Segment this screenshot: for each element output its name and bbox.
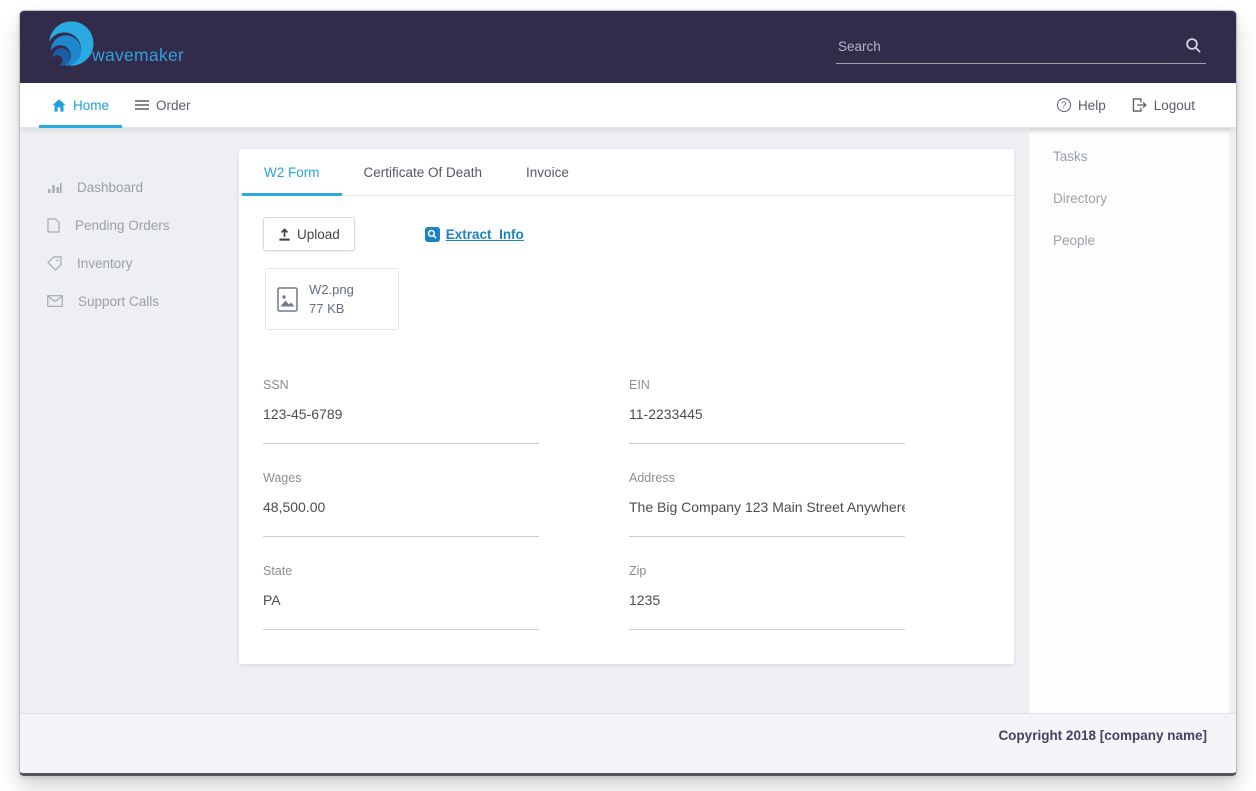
tab-label: W2 Form: [264, 165, 320, 180]
tab-w2-form[interactable]: W2 Form: [242, 149, 342, 195]
field-address: Address The Big Company 123 Main Street …: [629, 471, 905, 537]
address-input[interactable]: The Big Company 123 Main Street Anywhere…: [629, 499, 905, 537]
home-icon: [52, 99, 66, 112]
brand-text: wavemaker: [92, 45, 184, 66]
field-wages: Wages 48,500.00: [263, 471, 539, 537]
app-header: wavemaker: [20, 11, 1236, 83]
nav-item-help[interactable]: ? Help: [1044, 83, 1119, 127]
tab-bar: W2 Form Certificate Of Death Invoice: [239, 149, 1014, 196]
app-footer: Copyright 2018 [company name]: [20, 713, 1236, 773]
sidebar-label: Support Calls: [78, 294, 159, 309]
nav-right: ? Help Logout: [1044, 83, 1236, 127]
field-label: SSN: [263, 378, 539, 392]
right-panel-label: People: [1053, 233, 1095, 248]
copyright-text: Copyright 2018 [company name]: [998, 728, 1207, 743]
ein-input[interactable]: 11-2233445: [629, 406, 905, 444]
sidebar-item-inventory[interactable]: Inventory: [20, 244, 239, 282]
tab-certificate-of-death[interactable]: Certificate Of Death: [342, 149, 505, 195]
upload-button-label: Upload: [297, 227, 340, 242]
upload-button[interactable]: Upload: [263, 217, 355, 251]
wages-input[interactable]: 48,500.00: [263, 499, 539, 537]
brand-logo[interactable]: wavemaker: [40, 19, 184, 75]
sidebar-item-pending-orders[interactable]: Pending Orders: [20, 206, 239, 244]
state-input[interactable]: PA: [263, 592, 539, 630]
sidebar-label: Dashboard: [77, 180, 143, 195]
sidebar-label: Pending Orders: [75, 218, 170, 233]
wavemaker-logo-icon: [40, 19, 98, 75]
envelope-icon: [47, 295, 63, 307]
nav-item-logout[interactable]: Logout: [1119, 83, 1208, 127]
extract-info-link[interactable]: Extract_Info: [425, 227, 524, 242]
sidebar-label: Inventory: [77, 256, 133, 271]
help-icon: ?: [1057, 98, 1071, 112]
right-panel-item-directory[interactable]: Directory: [1029, 177, 1229, 219]
field-label: Zip: [629, 564, 905, 578]
search-input[interactable]: [836, 33, 1206, 64]
nav-order-label: Order: [156, 98, 191, 113]
field-ein: EIN 11-2233445: [629, 378, 905, 444]
sidebar-item-support-calls[interactable]: Support Calls: [20, 282, 239, 320]
field-label: State: [263, 564, 539, 578]
search-icon[interactable]: [1185, 37, 1202, 59]
left-sidebar: Dashboard Pending Orders Inventory: [20, 128, 239, 320]
bar-chart-icon: [47, 180, 62, 194]
right-panel-label: Directory: [1053, 191, 1107, 206]
field-label: Wages: [263, 471, 539, 485]
file-meta: W2.png 77 KB: [309, 280, 354, 318]
tab-label: Certificate Of Death: [364, 165, 483, 180]
tag-icon: [47, 256, 62, 271]
sidebar-item-dashboard[interactable]: Dashboard: [20, 168, 239, 206]
nav-left: Home Order: [20, 83, 204, 127]
right-panel-item-tasks[interactable]: Tasks: [1029, 135, 1229, 177]
document-icon: [47, 218, 60, 233]
right-panel: Tasks Directory People: [1029, 128, 1229, 713]
body-area: Dashboard Pending Orders Inventory: [20, 128, 1236, 713]
extract-info-icon: [425, 227, 440, 242]
image-file-icon: [277, 287, 298, 312]
nav-help-label: Help: [1078, 98, 1106, 113]
tab-panel-w2-form: Upload Extract_Info: [239, 196, 1014, 657]
app-window: wavemaker Home: [19, 10, 1237, 776]
ssn-input[interactable]: 123-45-6789: [263, 406, 539, 444]
upload-icon: [278, 228, 291, 241]
file-size: 77 KB: [309, 299, 354, 318]
field-state: State PA: [263, 564, 539, 630]
extract-info-label: Extract_Info: [446, 227, 524, 242]
search-container: [836, 33, 1206, 64]
upload-row: Upload Extract_Info: [263, 217, 990, 251]
nav-bar: Home Order ? Help: [20, 83, 1236, 128]
field-ssn: SSN 123-45-6789: [263, 378, 539, 444]
uploaded-file-card[interactable]: W2.png 77 KB: [265, 268, 399, 330]
field-label: EIN: [629, 378, 905, 392]
w2-form-grid: SSN 123-45-6789 EIN 11-2233445 Wages 48,…: [263, 378, 990, 657]
tab-label: Invoice: [526, 165, 569, 180]
file-name: W2.png: [309, 280, 354, 299]
nav-logout-label: Logout: [1154, 98, 1195, 113]
right-panel-label: Tasks: [1053, 149, 1088, 164]
nav-home-label: Home: [73, 98, 109, 113]
tab-invoice[interactable]: Invoice: [504, 149, 591, 195]
field-label: Address: [629, 471, 905, 485]
field-zip: Zip 1235: [629, 564, 905, 630]
logout-icon: [1132, 98, 1147, 112]
nav-item-home[interactable]: Home: [39, 83, 122, 127]
main-card: W2 Form Certificate Of Death Invoice: [239, 149, 1014, 664]
nav-item-order[interactable]: Order: [122, 83, 204, 127]
right-panel-item-people[interactable]: People: [1029, 219, 1229, 261]
list-icon: [135, 99, 149, 111]
zip-input[interactable]: 1235: [629, 592, 905, 630]
